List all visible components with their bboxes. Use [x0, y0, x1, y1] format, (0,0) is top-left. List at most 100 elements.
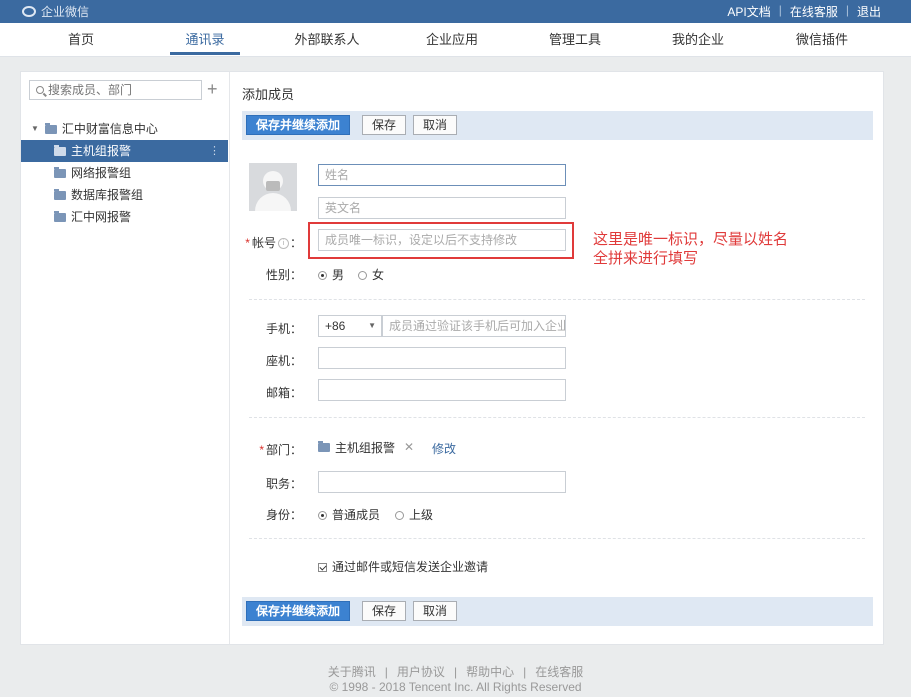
folder-icon: [54, 166, 66, 178]
tree-item-db-alarm[interactable]: 数据库报警组: [21, 184, 228, 206]
api-docs-link[interactable]: API文档: [727, 3, 770, 20]
folder-icon: [54, 210, 66, 222]
divider: |: [523, 665, 527, 679]
folder-icon: [54, 188, 66, 200]
folder-icon: [54, 144, 66, 156]
section-divider: [249, 538, 865, 539]
tree-item-label: 数据库报警组: [71, 188, 144, 202]
landline-field[interactable]: [318, 347, 566, 369]
footer-link-about[interactable]: 关于腾讯: [328, 665, 376, 679]
radio-icon: [395, 511, 404, 521]
divider: |: [384, 665, 388, 679]
section-divider: [249, 417, 865, 418]
position-field[interactable]: [318, 471, 566, 493]
divider: |: [778, 3, 782, 17]
gender-male-radio[interactable]: 男: [318, 266, 344, 283]
cancel-button[interactable]: 取消: [413, 115, 458, 135]
more-icon[interactable]: ⋮: [209, 140, 220, 162]
footer-link-help[interactable]: 帮助中心: [466, 665, 514, 679]
footer-link-agreement[interactable]: 用户协议: [397, 665, 445, 679]
sidebar: + ▼ 汇中财富信息中心 主机组报警 ⋮ 网络报警组 数据库报警组 汇中网报警: [21, 72, 230, 644]
identity-superior-radio[interactable]: 上级: [395, 506, 433, 523]
bottom-action-bar: 保存并继续添加 保存 取消: [242, 597, 873, 626]
mobile-field[interactable]: 成员通过验证该手机后可加入企业: [382, 315, 566, 337]
tree-root-label: 汇中财富信息中心: [61, 122, 158, 136]
save-continue-button[interactable]: 保存并继续添加: [246, 115, 351, 135]
tree-root[interactable]: ▼ 汇中财富信息中心: [21, 118, 228, 140]
annotation-line-1: 这里是唯一标识，尽量以姓名: [593, 231, 789, 248]
caret-down-icon[interactable]: ▼: [31, 118, 39, 140]
top-bar: 企业微信 API文档 | 在线客服 | 退出: [0, 0, 911, 23]
tree-item-label: 网络报警组: [71, 166, 132, 180]
add-department-icon[interactable]: +: [207, 79, 218, 99]
section-divider: [249, 299, 865, 300]
name-field[interactable]: 姓名: [318, 164, 566, 186]
tab-external-contacts[interactable]: 外部联系人: [287, 23, 367, 56]
account-label: * 帐号 i：: [245, 236, 302, 250]
wework-logo-icon: [22, 6, 36, 17]
search-input[interactable]: [48, 83, 188, 97]
avatar-body: [255, 193, 291, 211]
top-action-bar: 保存并继续添加 保存 取消: [242, 111, 873, 140]
main-panel: + ▼ 汇中财富信息中心 主机组报警 ⋮ 网络报警组 数据库报警组 汇中网报警 …: [20, 71, 884, 645]
gender-female-radio[interactable]: 女: [358, 266, 384, 283]
tab-wechat-plugin[interactable]: 微信插件: [787, 23, 857, 56]
folder-icon: [44, 122, 57, 134]
camera-icon: [266, 181, 280, 191]
search-box[interactable]: [29, 80, 202, 100]
cancel-button[interactable]: 取消: [413, 601, 458, 621]
page-title: 添加成员: [242, 87, 295, 102]
tab-management-tools[interactable]: 管理工具: [540, 23, 610, 56]
save-continue-button[interactable]: 保存并继续添加: [246, 601, 351, 621]
landline-label: 座机：: [265, 354, 302, 368]
folder-icon: [318, 440, 330, 452]
tab-home[interactable]: 首页: [44, 23, 118, 56]
department-chip: 主机组报警 ✕: [318, 436, 414, 458]
radio-icon: [358, 271, 367, 281]
avatar[interactable]: [249, 163, 297, 211]
top-links: API文档 | 在线客服 | 退出: [727, 3, 881, 20]
online-support-link[interactable]: 在线客服: [790, 3, 838, 20]
email-label: 邮箱：: [265, 386, 302, 400]
app-logo-text: 企业微信: [41, 5, 90, 19]
tree-item-network-alarm[interactable]: 网络报警组: [21, 162, 228, 184]
tab-my-enterprise[interactable]: 我的企业: [663, 23, 733, 56]
gender-label: 性别：: [265, 268, 302, 282]
position-label: 职务：: [265, 477, 302, 491]
checkbox-checked-icon: [318, 563, 327, 573]
copyright: © 1998 - 2018 Tencent Inc. All Rights Re…: [329, 680, 582, 694]
save-button[interactable]: 保存: [362, 601, 407, 621]
divider: |: [845, 3, 849, 17]
annotation-note: 这里是唯一标识，尽量以姓名 全拼来进行填写: [593, 230, 813, 268]
divider: |: [453, 665, 458, 679]
tab-enterprise-apps[interactable]: 企业应用: [416, 23, 488, 56]
annotation-highlight-box: [308, 222, 574, 259]
send-invite-checkbox[interactable]: 通过邮件或短信发送企业邀请: [318, 558, 488, 575]
app-logo[interactable]: 企业微信: [22, 3, 89, 20]
tree-item-hz-alarm[interactable]: 汇中网报警: [21, 206, 228, 228]
tree-item-label: 主机组报警: [71, 144, 132, 158]
info-icon[interactable]: i: [277, 238, 289, 250]
footer-link-support[interactable]: 在线客服: [535, 665, 583, 679]
main-nav: 首页 通讯录 外部联系人 企业应用 管理工具 我的企业 微信插件: [0, 23, 911, 57]
department-label: * 部门：: [259, 443, 302, 457]
english-name-field[interactable]: 英文名: [318, 197, 566, 219]
tree-item-label: 汇中网报警: [71, 210, 132, 224]
save-button[interactable]: 保存: [362, 115, 407, 135]
chevron-down-icon: ▼: [368, 321, 376, 330]
modify-department-link[interactable]: 修改: [432, 440, 456, 457]
tree-item-host-alarm[interactable]: 主机组报警 ⋮: [21, 140, 228, 162]
email-field[interactable]: [318, 379, 566, 401]
identity-label: 身份：: [265, 508, 302, 522]
search-icon: [36, 86, 44, 94]
department-chip-label: 主机组报警: [335, 440, 396, 455]
logout-link[interactable]: 退出: [857, 3, 881, 20]
radio-checked-icon: [318, 511, 327, 521]
country-code-select[interactable]: +86 ▼: [318, 315, 382, 337]
annotation-line-2: 全拼来进行填写: [593, 250, 699, 267]
radio-checked-icon: [318, 271, 327, 281]
tab-contacts[interactable]: 通讯录: [170, 23, 240, 56]
mobile-label: 手机：: [265, 322, 302, 336]
remove-icon[interactable]: ✕: [404, 440, 414, 454]
identity-regular-radio[interactable]: 普通成员: [318, 506, 380, 523]
